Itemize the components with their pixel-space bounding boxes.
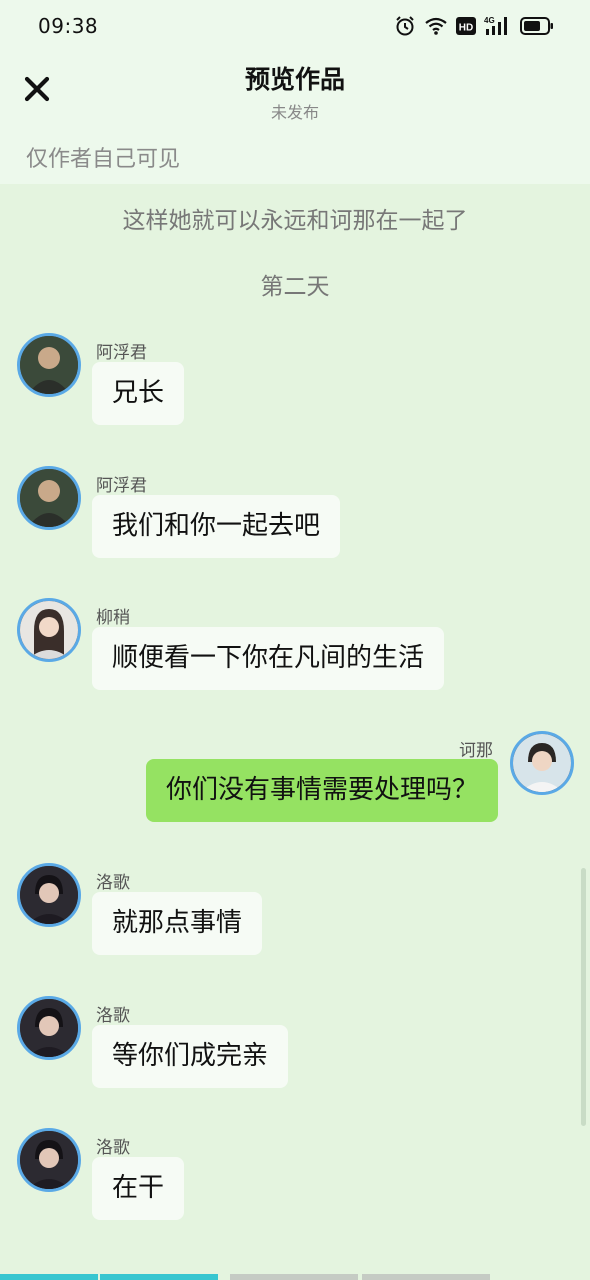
wifi-icon <box>425 17 447 35</box>
status-bar: 09:38 HD 4G <box>0 0 590 52</box>
alarm-icon <box>396 16 414 36</box>
avatar[interactable] <box>17 1128 81 1192</box>
svg-text:HD: HD <box>459 23 473 34</box>
narration-text: 这样她就可以永远和诃那在一起了 <box>122 208 468 234</box>
sender-name: 洛歌 <box>96 1006 130 1026</box>
playback-progress <box>0 1274 490 1280</box>
day-divider: 第二天 <box>260 274 330 300</box>
battery-icon <box>520 17 553 35</box>
publish-status: 未发布 <box>270 103 319 122</box>
message-bubble[interactable]: 等你们成完亲 <box>92 1025 289 1088</box>
svg-text:4G: 4G <box>484 16 495 25</box>
message-bubble[interactable]: 顺便看一下你在凡间的生活 <box>92 627 445 690</box>
scrollbar[interactable] <box>581 868 586 1126</box>
sender-name: 阿浮君 <box>96 476 147 496</box>
avatar[interactable] <box>17 466 81 530</box>
visibility-note: 仅作者自己可见 <box>26 147 181 172</box>
avatar[interactable] <box>510 731 574 795</box>
avatar[interactable] <box>17 598 81 662</box>
message-bubble[interactable]: 你们没有事情需要处理吗？ <box>145 759 498 822</box>
sender-name: 诃那 <box>459 741 493 761</box>
sender-name: 洛歌 <box>96 873 130 893</box>
avatar[interactable] <box>17 333 81 397</box>
signal-4g-icon: 4G <box>484 16 507 35</box>
status-time: 09:38 <box>38 14 99 38</box>
hd-icon: HD <box>456 17 476 35</box>
sender-name: 柳稍 <box>96 608 130 628</box>
top-header: 09:38 HD 4G 预览作品 未发布 仅作者自己可见 <box>0 0 590 184</box>
sender-name: 阿浮君 <box>96 343 147 363</box>
status-icons: HD 4G <box>394 14 554 38</box>
avatar[interactable] <box>17 863 81 927</box>
page-title: 预览作品 <box>244 65 345 94</box>
message-bubble[interactable]: 就那点事情 <box>92 892 263 955</box>
message-bubble[interactable]: 在干 <box>92 1157 185 1220</box>
message-bubble[interactable]: 我们和你一起去吧 <box>92 495 341 558</box>
sender-name: 洛歌 <box>96 1138 130 1158</box>
message-bubble[interactable]: 兄长 <box>92 362 185 425</box>
avatar[interactable] <box>17 996 81 1060</box>
